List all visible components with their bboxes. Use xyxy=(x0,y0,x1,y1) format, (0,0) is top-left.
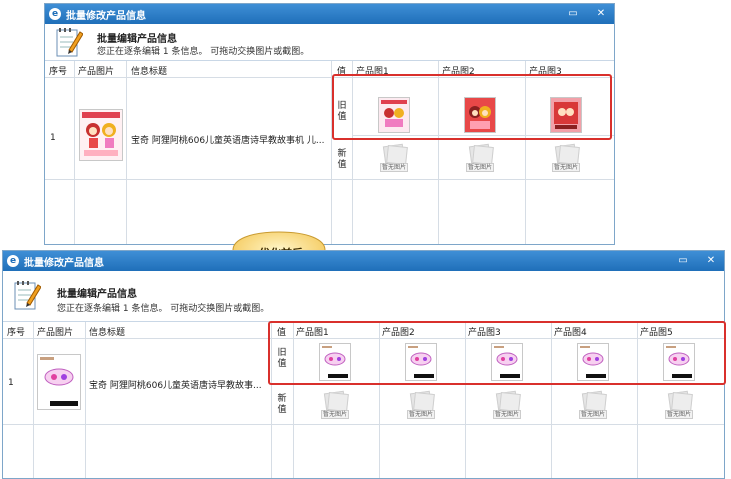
title-bar[interactable]: e 批量修改产品信息 ▭ ✕ xyxy=(45,4,614,24)
product-thumbnail[interactable] xyxy=(79,109,123,161)
col-seq: 序号 xyxy=(49,67,68,77)
row-info-title: 宝奇 阿狸阿桃606儿童英语唐诗早教故事... xyxy=(89,381,262,391)
window-title: 批量修改产品信息 xyxy=(66,10,146,22)
dialog-subtitle: 您正在逐条编辑 1 条信息。 可拖动交换图片或截图。 xyxy=(57,304,270,314)
product-thumbnail[interactable] xyxy=(37,354,81,410)
dialog-heading: 批量编辑产品信息 xyxy=(57,289,137,300)
dialog-heading: 批量编辑产品信息 xyxy=(97,34,177,45)
no-image-placeholder-1[interactable]: 暂无图片 xyxy=(380,143,408,172)
highlight-box-before xyxy=(332,74,612,140)
edit-notepad-icon xyxy=(56,28,83,57)
restore-icon[interactable]: ▭ xyxy=(676,253,690,269)
col-product-image: 产品图片 xyxy=(78,67,115,77)
close-icon[interactable]: ✕ xyxy=(594,6,608,22)
new-value-label: 新值 xyxy=(277,394,287,415)
dialog-header: 批量编辑产品信息 您正在逐条编辑 1 条信息。 可拖动交换图片或截图。 xyxy=(45,24,614,61)
no-image-placeholder-2[interactable]: 暂无图片 xyxy=(407,390,435,419)
no-image-placeholder-4[interactable]: 暂无图片 xyxy=(579,390,607,419)
no-image-placeholder-3[interactable]: 暂无图片 xyxy=(552,143,580,172)
col-seq: 序号 xyxy=(7,328,26,338)
new-value-label: 新值 xyxy=(337,149,347,170)
no-image-placeholder-2[interactable]: 暂无图片 xyxy=(466,143,494,172)
no-image-placeholder-5[interactable]: 暂无图片 xyxy=(665,390,693,419)
window-title: 批量修改产品信息 xyxy=(24,257,104,269)
row-seq: 1 xyxy=(8,378,14,388)
highlight-box-after xyxy=(268,321,726,385)
col-info-title: 信息标题 xyxy=(131,67,168,77)
dialog-header: 批量编辑产品信息 您正在逐条编辑 1 条信息。 可拖动交换图片或截图。 xyxy=(3,271,724,322)
no-image-placeholder-1[interactable]: 暂无图片 xyxy=(321,390,349,419)
row-info-title: 宝奇 阿狸阿桃606儿童英语唐诗早教故事机 儿... xyxy=(131,136,325,146)
app-icon: e xyxy=(7,255,19,267)
col-info-title: 信息标题 xyxy=(89,328,126,338)
no-image-placeholder-3[interactable]: 暂无图片 xyxy=(493,390,521,419)
title-bar[interactable]: e 批量修改产品信息 ▭ ✕ xyxy=(3,251,724,271)
col-product-image: 产品图片 xyxy=(37,328,74,338)
close-icon[interactable]: ✕ xyxy=(704,253,718,269)
dialog-subtitle: 您正在逐条编辑 1 条信息。 可拖动交换图片或截图。 xyxy=(97,47,310,57)
app-icon: e xyxy=(49,8,61,20)
restore-icon[interactable]: ▭ xyxy=(566,6,580,22)
edit-notepad-icon xyxy=(14,281,41,310)
row-seq: 1 xyxy=(50,133,56,143)
